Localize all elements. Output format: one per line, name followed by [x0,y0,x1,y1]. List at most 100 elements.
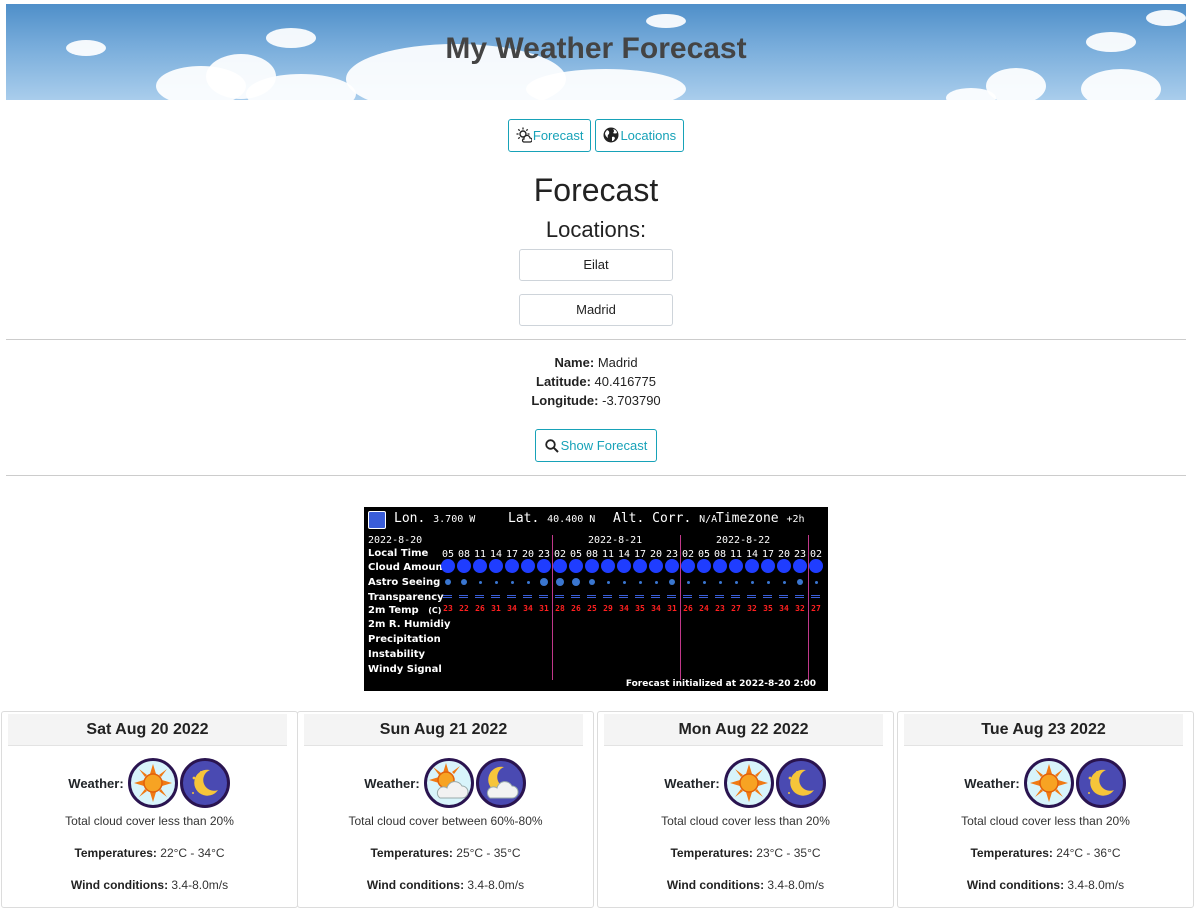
transparency-mark [523,595,532,598]
wind-value: 3.4-8.0m/s [1067,878,1125,892]
temp-value: 22 [459,604,469,613]
transparency-mark [747,595,756,598]
temperatures-row: Temperatures: 24°C - 36°C [898,846,1193,860]
wind-value: 3.4-8.0m/s [767,878,825,892]
nav-forecast-label: Forecast [532,128,584,143]
cloud-amount-dot [473,559,487,573]
cloud-amount-dot [569,559,583,573]
day-card: Mon Aug 22 2022 Weather: Total cloud cov… [597,711,894,908]
astro-date-2: 2022-8-21 [588,535,643,546]
location-button-eilat[interactable]: Eilat [519,249,673,281]
day-card-weather: Weather: [898,758,1193,808]
wind-label: Wind conditions: [666,878,765,892]
astro-lat-value: 40.400 N [547,514,596,525]
nav-forecast-button[interactable]: Forecast [507,119,592,152]
row-label-humidity: 2m R. Humidiy [368,619,451,630]
seeing-dot [686,580,690,584]
temperatures-row: Temperatures: 22°C - 34°C [2,846,297,860]
location-name-row: Name: Madrid [0,353,1192,372]
transparency-mark [539,595,548,598]
seeing-dot [572,578,580,586]
temperatures-row: Temperatures: 23°C - 35°C [598,846,893,860]
row-label-windy-signal: Windy Signal [368,664,442,675]
weather-label: Weather: [68,775,124,791]
seeing-dot [718,580,722,584]
banner-cloud [526,69,686,100]
page-title: My Weather Forecast [445,32,747,65]
astro-alt-value: N/A [699,514,718,525]
weather-label: Weather: [664,775,720,791]
temp-value: 25 [587,604,597,613]
divider [6,475,1186,476]
location-name-value: Madrid [597,355,638,370]
cloud-cover-text: Total cloud cover between 60%-80% [348,814,543,828]
temperatures-label: Temperatures: [970,846,1053,860]
cloud-amount-dot [697,559,711,573]
temp-value: 34 [779,604,789,613]
forecast-heading: Forecast [533,172,659,208]
cloud-amount-dot [809,559,823,573]
wind-value: 3.4-8.0m/s [467,878,525,892]
location-button-madrid[interactable]: Madrid [519,294,673,326]
transparency-mark [555,595,564,598]
temperatures-value: 23°C - 35°C [756,846,821,860]
temperatures-value: 25°C - 35°C [456,846,521,860]
sun-cloud-icon [424,758,474,808]
seeing-dot [638,580,642,584]
temp-value: 23 [715,604,725,613]
temp-value: 26 [683,604,693,613]
cloud-amount-dot [553,559,567,573]
seeing-dot [797,579,803,585]
seeing-dot [540,578,548,586]
wind-row: Wind conditions: 3.4-8.0m/s [2,878,297,892]
temp-value: 27 [731,604,741,613]
moon-stars-icon [1076,758,1126,808]
seeing-dot [622,580,626,584]
nav-locations-button[interactable]: Locations [595,119,685,152]
transparency-mark [443,595,452,598]
cloud-amount-dot [441,559,455,573]
wind-label: Wind conditions: [366,878,465,892]
transparency-mark [731,595,740,598]
row-label-local-time: Local Time [368,548,429,559]
location-longitude-row: Longitude: -3.703790 [0,391,1192,410]
transparency-mark [603,595,612,598]
transparency-mark [651,595,660,598]
temperatures-label: Temperatures: [370,846,453,860]
main-nav: Forecast Locations [0,119,1192,152]
transparency-mark [763,595,772,598]
day-card: Sat Aug 20 2022 Weather: Total cloud cov… [1,711,298,908]
seeing-dot [702,580,706,584]
row-label-2m-temp: 2m Temp (C) [368,605,441,616]
wind-value: 3.4-8.0m/s [171,878,229,892]
seeing-dot [814,580,818,584]
temp-value: 34 [651,604,661,613]
astro-lat: Lat. 40.400 N [508,511,595,526]
show-forecast-button[interactable]: Show Forecast [535,429,657,462]
transparency-mark [619,595,628,598]
cloud-amount-dot [585,559,599,573]
transparency-mark [667,595,676,598]
cloud-amount-dot [729,559,743,573]
astro-alt-label: Alt. Corr. [613,511,692,526]
temp-value: 27 [811,604,821,613]
cloud-amount-dot [505,559,519,573]
astro-footer: Forecast initialized at 2022-8-20 2:00 [625,679,816,689]
astro-alt: Alt. Corr. N/A [613,511,717,526]
row-label-instability: Instability [368,649,426,660]
wind-row: Wind conditions: 3.4-8.0m/s [598,878,893,892]
clock-icon [368,511,386,529]
location-name-label: Name: [554,355,595,370]
seeing-dot [669,579,675,585]
cloud-amount-dot [633,559,647,573]
sun-cloud-icon [516,127,533,143]
temp-value: 35 [635,604,645,613]
temp-value: 34 [523,604,533,613]
cloud-amount-dot [601,559,615,573]
astro-forecast-chart: Lon. 3.700 W Lat. 40.400 N Alt. Corr. N/… [364,507,828,691]
nav-locations-label: Locations [620,128,677,143]
temp-value: 32 [747,604,757,613]
temp-value: 35 [763,604,773,613]
seeing-dot [494,580,498,584]
transparency-mark [507,595,516,598]
